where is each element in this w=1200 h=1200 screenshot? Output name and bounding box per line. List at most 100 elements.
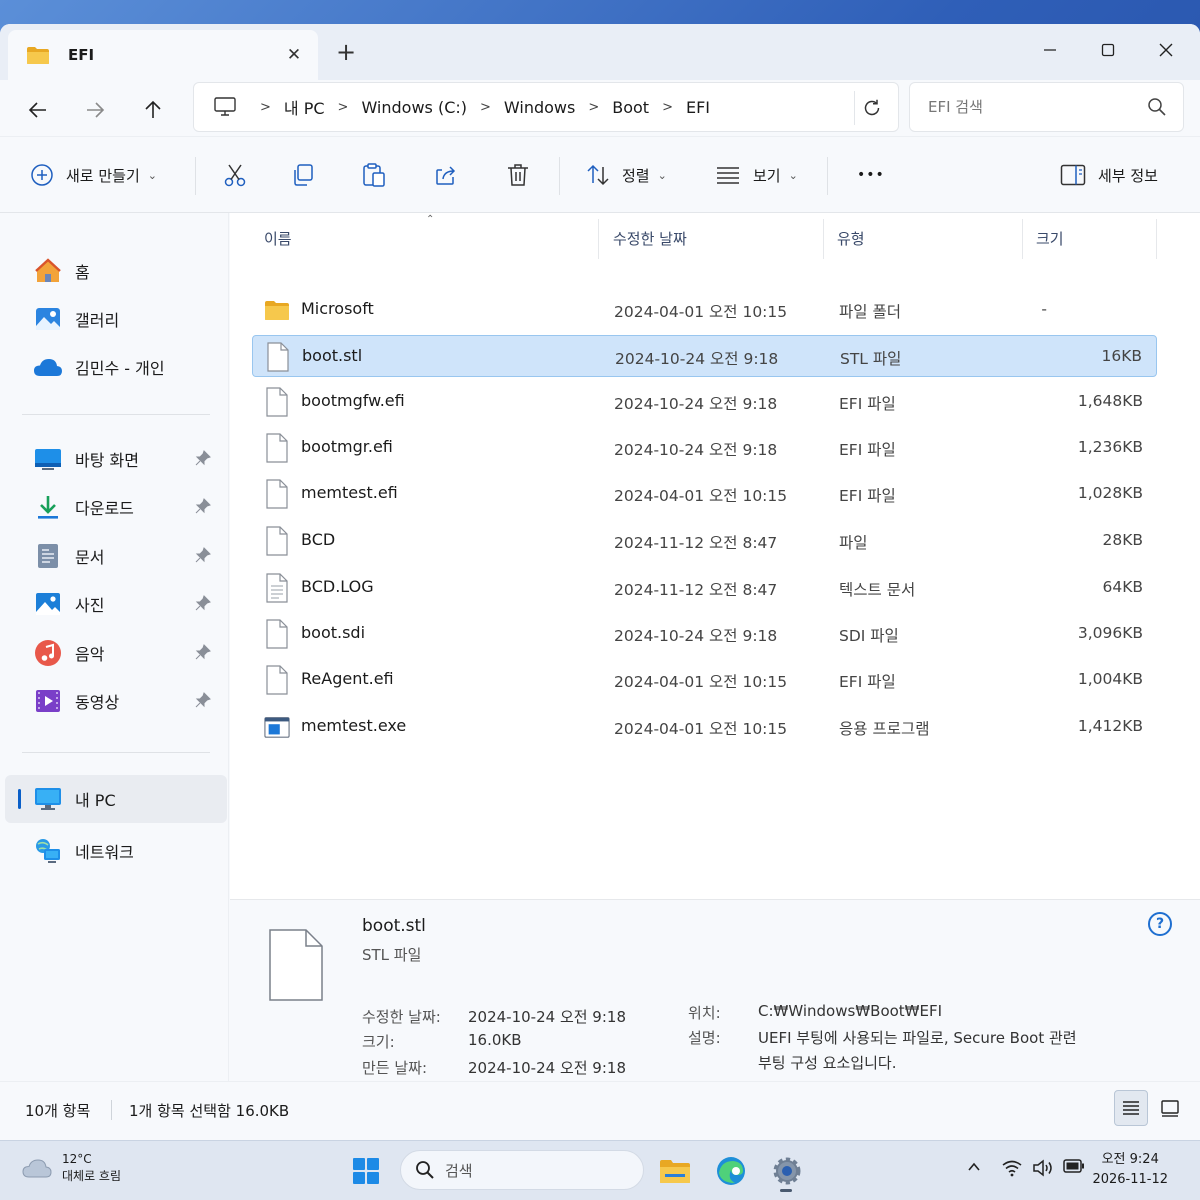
column-divider[interactable] <box>1022 219 1023 259</box>
cut-button[interactable] <box>222 157 248 193</box>
sidebar-item-documents[interactable]: 문서 <box>5 532 227 580</box>
breadcrumb-separator[interactable]: > <box>260 100 271 115</box>
breadcrumb-separator[interactable]: > <box>338 100 349 115</box>
delete-button[interactable] <box>505 157 531 193</box>
column-divider[interactable] <box>598 219 599 259</box>
column-divider[interactable] <box>1156 219 1157 259</box>
forward-button[interactable] <box>75 90 115 130</box>
share-button[interactable] <box>433 157 459 193</box>
table-row[interactable]: BCD.LOG 2024-11-12 오전 8:47 텍스트 문서 64KB <box>252 567 1157 609</box>
column-header-name[interactable]: 이름 <box>264 213 292 263</box>
help-icon[interactable]: ? <box>1148 912 1172 936</box>
breadcrumb-windows-c[interactable]: Windows (C:) <box>361 98 467 117</box>
breadcrumb-boot[interactable]: Boot <box>612 98 649 117</box>
sidebar-item-downloads[interactable]: 다운로드 <box>5 483 227 531</box>
details-location-label: 위치: <box>688 1004 721 1022</box>
tab-efi[interactable]: EFI ✕ <box>8 30 318 80</box>
back-button[interactable] <box>18 90 58 130</box>
start-button[interactable] <box>346 1151 386 1191</box>
file-name: ReAgent.efi <box>301 669 394 688</box>
sidebar-item-this-pc[interactable]: 내 PC <box>5 775 227 823</box>
details-size-label: 크기: <box>362 1033 395 1051</box>
table-row[interactable]: bootmgfw.efi 2024-10-24 오전 9:18 EFI 파일 1… <box>252 381 1157 423</box>
tab-close-icon[interactable]: ✕ <box>282 43 306 67</box>
sidebar-item-desktop[interactable]: 바탕 화면 <box>5 435 227 483</box>
gear-icon <box>773 1157 801 1185</box>
sort-button[interactable]: 정렬 ⌄ <box>586 157 667 193</box>
sidebar-item-music[interactable]: 음악 <box>5 629 227 677</box>
more-options-button[interactable]: ••• <box>857 157 885 193</box>
sidebar-item-network[interactable]: 네트워크 <box>5 827 227 875</box>
breadcrumb-separator[interactable]: > <box>588 100 599 115</box>
breadcrumb-separator[interactable]: > <box>480 100 491 115</box>
file-type: EFI 파일 <box>839 487 896 505</box>
table-row[interactable]: bootmgr.efi 2024-10-24 오전 9:18 EFI 파일 1,… <box>252 427 1157 469</box>
volume-button[interactable] <box>1032 1159 1054 1177</box>
table-row[interactable]: memtest.efi 2024-04-01 오전 10:15 EFI 파일 1… <box>252 473 1157 515</box>
address-bar[interactable]: > 내 PC > Windows (C:) > Windows > Boot >… <box>193 82 899 132</box>
table-row[interactable]: ReAgent.efi 2024-04-01 오전 10:15 EFI 파일 1… <box>252 659 1157 701</box>
details-pane: boot.stl STL 파일 수정한 날짜: 2024-10-24 오전 9:… <box>230 899 1200 1081</box>
search-box[interactable] <box>909 82 1184 132</box>
sidebar-item-label: 내 PC <box>75 791 116 810</box>
pin-icon[interactable] <box>195 692 211 708</box>
details-pane-button[interactable]: 세부 정보 <box>1060 157 1158 193</box>
breadcrumb-separator[interactable]: > <box>662 100 673 115</box>
system-clock[interactable]: 오전 9:24 2026-11-12 <box>1092 1150 1168 1190</box>
table-row[interactable]: BCD 2024-11-12 오전 8:47 파일 28KB <box>252 520 1157 562</box>
table-row[interactable]: boot.sdi 2024-10-24 오전 9:18 SDI 파일 3,096… <box>252 613 1157 655</box>
breadcrumb-efi[interactable]: EFI <box>686 98 710 117</box>
tiles-view-button[interactable] <box>1153 1090 1187 1126</box>
breadcrumb-this-pc[interactable]: 내 PC <box>284 95 325 119</box>
weather-temperature: 12°C <box>62 1152 92 1166</box>
maximize-button[interactable] <box>1088 34 1128 66</box>
column-divider[interactable] <box>823 219 824 259</box>
file-size: 1,028KB <box>1077 484 1143 502</box>
show-hidden-icons-button[interactable] <box>966 1159 982 1175</box>
edge-browser-button[interactable] <box>711 1151 751 1191</box>
pin-icon[interactable] <box>195 450 211 466</box>
chevron-down-icon: ⌄ <box>147 168 157 182</box>
table-row-selected[interactable]: boot.stl 2024-10-24 오전 9:18 STL 파일 16KB <box>252 335 1157 377</box>
pin-icon[interactable] <box>195 595 211 611</box>
sidebar-item-onedrive[interactable]: 김민수 - 개인 <box>5 343 227 391</box>
navigation-pane: 홈 갤러리 김민수 - 개인 바탕 화면 다운로드 문서 사진 음악 동영상 내… <box>0 213 229 1081</box>
file-date: 2024-10-24 오전 9:18 <box>614 441 778 459</box>
sidebar-item-home[interactable]: 홈 <box>5 247 227 295</box>
table-row[interactable]: memtest.exe 2024-04-01 오전 10:15 응용 프로그램 … <box>252 706 1157 748</box>
file-icon <box>269 929 323 1001</box>
file-size: 16KB <box>1101 347 1142 365</box>
up-button[interactable] <box>133 90 173 130</box>
view-button[interactable]: 보기 ⌄ <box>715 157 798 193</box>
monitor-icon <box>214 97 236 116</box>
sidebar-item-pictures[interactable]: 사진 <box>5 580 227 628</box>
settings-taskbar-button[interactable] <box>767 1151 807 1191</box>
copy-button[interactable] <box>290 157 316 193</box>
search-input[interactable] <box>928 98 1128 116</box>
table-row[interactable]: Microsoft 2024-04-01 오전 10:15 파일 폴더 - <box>252 289 1157 331</box>
details-view-button[interactable] <box>1114 1090 1148 1126</box>
wifi-button[interactable] <box>1002 1159 1022 1177</box>
column-header-date[interactable]: 수정한 날짜 <box>613 213 687 263</box>
taskbar-search[interactable]: 검색 <box>400 1150 644 1190</box>
sidebar-item-gallery[interactable]: 갤러리 <box>5 295 227 343</box>
battery-button[interactable] <box>1063 1159 1085 1173</box>
file-size: - <box>1041 300 1047 318</box>
column-header-type[interactable]: 유형 <box>837 213 865 263</box>
paste-button[interactable] <box>361 157 387 193</box>
pin-icon[interactable] <box>195 547 211 563</box>
breadcrumb-windows[interactable]: Windows <box>504 98 575 117</box>
new-button[interactable]: 새로 만들기 ⌄ <box>30 157 157 193</box>
weather-widget[interactable]: 12°C 대체로 흐림 <box>22 1151 121 1185</box>
column-header-size[interactable]: 크기 <box>1036 213 1064 263</box>
pin-icon[interactable] <box>195 644 211 660</box>
refresh-button[interactable] <box>854 91 888 125</box>
close-window-button[interactable] <box>1146 34 1186 66</box>
new-tab-button[interactable]: + <box>330 36 362 68</box>
minimize-button[interactable] <box>1030 34 1070 66</box>
file-explorer-taskbar-button[interactable] <box>655 1151 695 1191</box>
pin-icon[interactable] <box>195 498 211 514</box>
sidebar-item-videos[interactable]: 동영상 <box>5 677 227 725</box>
file-name: bootmgfw.efi <box>301 391 405 410</box>
plus-circle-icon <box>31 164 53 186</box>
